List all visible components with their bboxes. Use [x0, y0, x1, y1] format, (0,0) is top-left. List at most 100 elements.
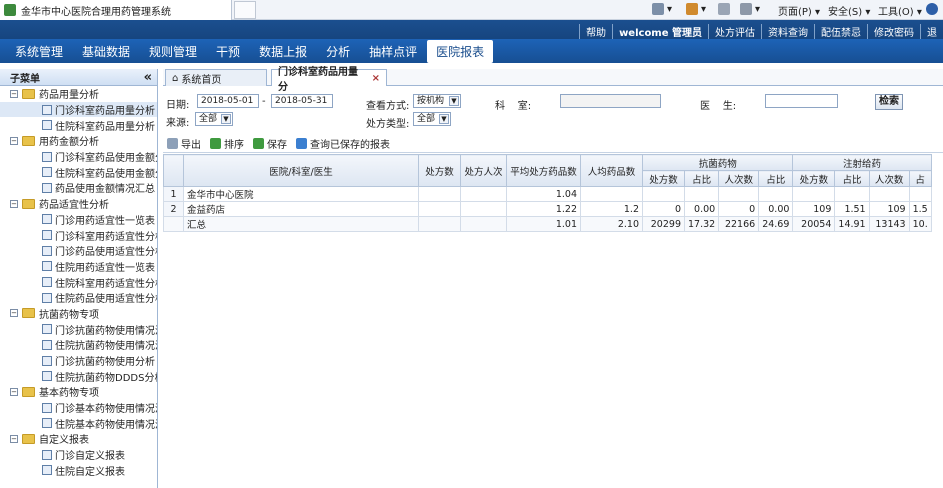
sidebar-group[interactable]: − 抗菌药物专项: [0, 306, 157, 322]
tab-home[interactable]: ⌂ 系统首页: [165, 69, 267, 86]
collapse-toggle-icon[interactable]: −: [10, 199, 18, 208]
header-rx-count[interactable]: 处方数: [418, 154, 461, 187]
doctor-input[interactable]: [765, 94, 838, 108]
sidebar-item[interactable]: 住院自定义报表: [0, 463, 157, 479]
mail-icon[interactable]: [718, 3, 733, 15]
sidebar-item[interactable]: 门诊抗菌药物使用情况汇: [0, 321, 157, 337]
sidebar-item[interactable]: 门诊基本药物使用情况汇: [0, 400, 157, 416]
sub-header[interactable]: 占比: [834, 170, 870, 187]
sidebar-item-label: 门诊科室药品用量分析: [55, 106, 155, 118]
tools-menu[interactable]: 工具(O) ▾: [878, 3, 922, 18]
table-cell: 20054: [792, 216, 836, 232]
sidebar-group[interactable]: − 用药金额分析: [0, 133, 157, 149]
nav-intervene[interactable]: 干预: [207, 40, 249, 63]
query-saved-button[interactable]: 查询已保存的报表: [296, 136, 390, 151]
sidebar-item[interactable]: 门诊科室药品使用金额分: [0, 149, 157, 165]
nav-hospital-report[interactable]: 医院报表: [427, 39, 494, 63]
page-menu[interactable]: 页面(P) ▾: [778, 3, 820, 18]
sort-button[interactable]: 排序: [210, 136, 244, 151]
sub-header[interactable]: 人次数: [868, 170, 910, 187]
link-overflow[interactable]: 退: [920, 24, 943, 39]
nav-analysis[interactable]: 分析: [317, 40, 359, 63]
nav-system[interactable]: 系统管理: [6, 40, 72, 63]
sub-header[interactable]: 人次数: [718, 170, 760, 187]
view-mode-select[interactable]: 按机构 ▼: [413, 94, 461, 108]
link-change-password[interactable]: 修改密码: [867, 24, 920, 39]
search-button[interactable]: 检索: [875, 94, 903, 110]
table-cell: 109: [792, 201, 836, 217]
collapse-toggle-icon[interactable]: −: [10, 434, 18, 443]
close-icon[interactable]: ×: [372, 73, 380, 84]
sub-header[interactable]: 占: [908, 170, 932, 187]
help-icon[interactable]: [926, 3, 941, 15]
sidebar-item[interactable]: 住院药品使用适宜性分析: [0, 290, 157, 306]
sidebar-item[interactable]: 门诊科室用药适宜性分析: [0, 227, 157, 243]
nav-base-data[interactable]: 基础数据: [73, 40, 139, 63]
link-incompat[interactable]: 配伍禁忌: [814, 24, 867, 39]
sidebar-item[interactable]: 门诊科室药品用量分析: [0, 101, 157, 118]
report-icon: [42, 120, 52, 131]
sidebar-item[interactable]: 住院科室用药适宜性分析: [0, 274, 157, 290]
sidebar-item[interactable]: 门诊用药适宜性一览表: [0, 212, 157, 228]
sidebar-item[interactable]: 住院抗菌药物使用情况汇: [0, 337, 157, 353]
print-icon[interactable]: ▾: [740, 3, 760, 15]
collapse-toggle-icon[interactable]: −: [10, 136, 18, 145]
sub-header[interactable]: 处方数: [642, 170, 685, 187]
header-rx-visits[interactable]: 处方人次: [460, 154, 507, 187]
sidebar-group[interactable]: − 药品用量分析: [0, 86, 157, 102]
sidebar-item-label: 住院药品使用适宜性分析: [55, 294, 157, 306]
link-data-query[interactable]: 资料查询: [761, 24, 814, 39]
sidebar-item[interactable]: 住院用药适宜性一览表: [0, 259, 157, 275]
date-from-input[interactable]: 2018-05-01: [197, 94, 259, 108]
header-avg-drugs[interactable]: 平均处方药品数: [506, 154, 581, 187]
sidebar-group[interactable]: − 药品适宜性分析: [0, 196, 157, 212]
nav-sampling[interactable]: 抽样点评: [360, 40, 426, 63]
sidebar-item-label: 住院基本药物使用情况汇: [55, 419, 157, 431]
home-icon[interactable]: ▾: [652, 3, 672, 15]
sidebar-item[interactable]: 门诊抗菌药物使用分析: [0, 353, 157, 369]
table-row[interactable]: 汇总 1.01 2.10 20299 17.32 22166 24.69 20054 14.91…: [163, 216, 932, 232]
sidebar-group[interactable]: − 基本药物专项: [0, 384, 157, 400]
sub-header[interactable]: 占比: [683, 170, 720, 187]
sidebar-item[interactable]: 住院基本药物使用情况汇: [0, 415, 157, 431]
header-name[interactable]: 医院/科室/医生: [183, 154, 419, 187]
new-tab-button[interactable]: [234, 1, 256, 19]
help-link[interactable]: 帮助: [579, 24, 612, 39]
date-to-input[interactable]: 2018-05-31: [271, 94, 333, 108]
table-row[interactable]: 2 金益药店 1.22 1.2 0 0.00 0 0.00 109 1.51 109 1.5: [163, 201, 932, 217]
safety-menu[interactable]: 安全(S) ▾: [828, 3, 870, 18]
sidebar-item[interactable]: 药品使用金额情况汇总: [0, 180, 157, 196]
link-rx-eval[interactable]: 处方评估: [708, 24, 761, 39]
source-select[interactable]: 全部 ▼: [195, 112, 233, 126]
report-icon: [42, 324, 52, 335]
save-button[interactable]: 保存: [253, 136, 287, 151]
nav-rules[interactable]: 规则管理: [140, 40, 206, 63]
sidebar-item[interactable]: 门诊自定义报表: [0, 447, 157, 463]
table-cell: [418, 186, 461, 202]
dept-input[interactable]: [560, 94, 661, 108]
sidebar-item-label: 住院科室药品用量分析: [55, 121, 155, 133]
header-per-person[interactable]: 人均药品数: [580, 154, 643, 187]
tab-current[interactable]: 门诊科室药品用量分 ×: [271, 67, 387, 93]
table-row[interactable]: 1 金华市中心医院 1.04: [163, 186, 932, 202]
collapse-toggle-icon[interactable]: −: [10, 89, 18, 98]
sidebar-item[interactable]: 住院科室药品用量分析: [0, 117, 157, 133]
nav-report-upload[interactable]: 数据上报: [250, 40, 316, 63]
table-cell: 13143: [868, 216, 910, 232]
sidebar-item[interactable]: 住院科室药品使用金额分: [0, 164, 157, 180]
sidebar-group[interactable]: − 自定义报表: [0, 431, 157, 447]
rx-type-select[interactable]: 全部 ▼: [413, 112, 451, 126]
collapse-toggle-icon[interactable]: −: [10, 387, 18, 396]
report-icon: [42, 465, 52, 476]
sub-header[interactable]: 处方数: [792, 170, 836, 187]
collapse-toggle-icon[interactable]: −: [10, 309, 18, 318]
sidebar-item[interactable]: 门诊药品使用适宜性分析: [0, 243, 157, 259]
export-button[interactable]: 导出: [167, 136, 201, 151]
feeds-icon[interactable]: ▾: [686, 3, 706, 15]
table-cell: 0: [718, 201, 760, 217]
browser-tab[interactable]: 金华市中心医院合理用药管理系统: [0, 0, 232, 20]
sub-header[interactable]: 占比: [758, 170, 794, 187]
sidebar-item[interactable]: 住院抗菌药物DDDS分析: [0, 368, 157, 384]
sidebar-item-label: 门诊药品使用适宜性分析: [55, 247, 157, 259]
collapse-icon[interactable]: «: [144, 70, 152, 85]
